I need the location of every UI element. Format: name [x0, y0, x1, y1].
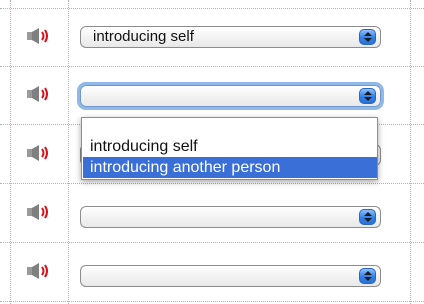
speaker-icon[interactable]: [26, 85, 52, 103]
phrase-select-2[interactable]: [80, 85, 381, 107]
grid-line-right: [410, 0, 411, 304]
phrase-select-4[interactable]: [80, 206, 381, 228]
speaker-icon[interactable]: [26, 262, 52, 280]
grid-line: [0, 301, 424, 302]
speaker-icon[interactable]: [26, 27, 52, 45]
grid-line-divider: [68, 0, 69, 304]
select-arrows-icon: [359, 209, 376, 225]
grid-line: [0, 242, 424, 243]
select-arrows-icon: [359, 268, 376, 284]
speaker-icon[interactable]: [26, 203, 52, 221]
select-arrows-icon: [359, 88, 376, 104]
phrase-select-5[interactable]: [80, 265, 381, 287]
select-value: introducing self: [93, 28, 194, 45]
dropdown-menu: introducing self introducing another per…: [81, 117, 378, 180]
speaker-icon[interactable]: [26, 144, 52, 162]
phrase-select-1[interactable]: introducing self: [80, 26, 381, 48]
grid-line: [0, 183, 424, 184]
grid-line: [0, 66, 424, 67]
select-arrows-icon: [359, 29, 376, 45]
grid-line: [0, 8, 424, 9]
dropdown-option-highlighted[interactable]: introducing another person: [83, 157, 377, 178]
grid-line-left: [10, 0, 11, 304]
dropdown-option[interactable]: introducing self: [83, 136, 377, 157]
